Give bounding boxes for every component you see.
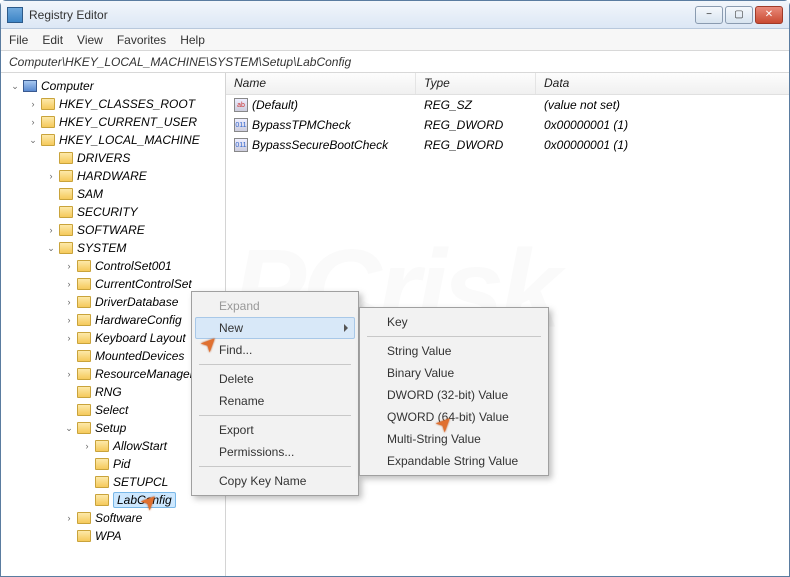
tree-key[interactable]: SAM xyxy=(1,185,225,203)
folder-icon xyxy=(59,224,73,236)
folder-icon xyxy=(59,152,73,164)
expander-closed-icon[interactable]: › xyxy=(45,170,57,182)
folder-icon xyxy=(59,170,73,182)
menu-help[interactable]: Help xyxy=(180,33,205,47)
value-row[interactable]: 011BypassTPMCheck REG_DWORD 0x00000001 (… xyxy=(226,115,789,135)
tree-key[interactable]: ›Software xyxy=(1,509,225,527)
column-data[interactable]: Data xyxy=(536,73,789,94)
expander-closed-icon[interactable]: › xyxy=(27,98,39,110)
expander-open-icon[interactable]: ⌄ xyxy=(63,422,75,434)
folder-icon xyxy=(41,98,55,110)
folder-icon xyxy=(95,458,109,470)
ctx-delete[interactable]: Delete xyxy=(195,368,355,390)
computer-icon xyxy=(23,80,37,92)
minimize-button[interactable]: − xyxy=(695,6,723,24)
folder-icon xyxy=(95,476,109,488)
tree-key[interactable]: SECURITY xyxy=(1,203,225,221)
folder-icon xyxy=(77,350,91,362)
menu-edit[interactable]: Edit xyxy=(42,33,63,47)
menu-favorites[interactable]: Favorites xyxy=(117,33,166,47)
menubar: File Edit View Favorites Help xyxy=(1,29,789,51)
folder-icon xyxy=(77,404,91,416)
folder-icon xyxy=(77,512,91,524)
tree-hive[interactable]: ›HKEY_CURRENT_USER xyxy=(1,113,225,131)
tree-key[interactable]: ⌄SYSTEM xyxy=(1,239,225,257)
value-row[interactable]: ab(Default) REG_SZ (value not set) xyxy=(226,95,789,115)
dword-value-icon: 011 xyxy=(234,138,248,152)
context-submenu-new: Key String Value Binary Value DWORD (32-… xyxy=(359,307,549,476)
tree-key[interactable]: ›ControlSet001 xyxy=(1,257,225,275)
expander-open-icon[interactable]: ⌄ xyxy=(45,242,57,254)
submenu-arrow-icon xyxy=(344,324,348,332)
window-title: Registry Editor xyxy=(29,8,108,22)
folder-icon xyxy=(77,368,91,380)
expander-closed-icon[interactable]: › xyxy=(63,278,75,290)
menu-file[interactable]: File xyxy=(9,33,28,47)
expander-closed-icon[interactable]: › xyxy=(81,440,93,452)
address-bar[interactable]: Computer\HKEY_LOCAL_MACHINE\SYSTEM\Setup… xyxy=(1,51,789,73)
expander-closed-icon[interactable]: › xyxy=(63,260,75,272)
expander-closed-icon[interactable]: › xyxy=(63,368,75,380)
tree-key[interactable]: WPA xyxy=(1,527,225,545)
folder-icon xyxy=(59,188,73,200)
expander-closed-icon[interactable]: › xyxy=(63,512,75,524)
ctx-new-binary[interactable]: Binary Value xyxy=(363,362,545,384)
tree-key[interactable]: ›HARDWARE xyxy=(1,167,225,185)
column-type[interactable]: Type xyxy=(416,73,536,94)
expander-closed-icon[interactable]: › xyxy=(45,224,57,236)
ctx-permissions[interactable]: Permissions... xyxy=(195,441,355,463)
folder-icon xyxy=(77,422,91,434)
expander-open-icon[interactable]: ⌄ xyxy=(27,134,39,146)
menu-separator xyxy=(199,466,351,467)
ctx-new[interactable]: New xyxy=(195,317,355,339)
tree-hive[interactable]: ⌄HKEY_LOCAL_MACHINE xyxy=(1,131,225,149)
expander-closed-icon[interactable]: › xyxy=(63,332,75,344)
menu-separator xyxy=(367,336,541,337)
context-menu: Expand New Find... Delete Rename Export … xyxy=(191,291,359,496)
folder-icon xyxy=(77,314,91,326)
ctx-new-dword[interactable]: DWORD (32-bit) Value xyxy=(363,384,545,406)
folder-icon xyxy=(59,206,73,218)
folder-icon xyxy=(77,278,91,290)
menu-separator xyxy=(199,364,351,365)
app-icon xyxy=(7,7,23,23)
columns-header[interactable]: Name Type Data xyxy=(226,73,789,95)
value-row[interactable]: 011BypassSecureBootCheck REG_DWORD 0x000… xyxy=(226,135,789,155)
tree-key[interactable]: DRIVERS xyxy=(1,149,225,167)
menu-view[interactable]: View xyxy=(77,33,103,47)
ctx-new-string[interactable]: String Value xyxy=(363,340,545,362)
expander-open-icon[interactable]: ⌄ xyxy=(9,80,21,92)
maximize-button[interactable]: ▢ xyxy=(725,6,753,24)
tree-hive[interactable]: ›HKEY_CLASSES_ROOT xyxy=(1,95,225,113)
expander-closed-icon[interactable]: › xyxy=(63,296,75,308)
tree-key[interactable]: ›SOFTWARE xyxy=(1,221,225,239)
ctx-copy-key-name[interactable]: Copy Key Name xyxy=(195,470,355,492)
expander-closed-icon[interactable]: › xyxy=(63,314,75,326)
dword-value-icon: 011 xyxy=(234,118,248,132)
ctx-expand: Expand xyxy=(195,295,355,317)
folder-icon xyxy=(77,386,91,398)
folder-icon xyxy=(41,116,55,128)
ctx-new-expandstring[interactable]: Expandable String Value xyxy=(363,450,545,472)
tree-computer[interactable]: ⌄ Computer xyxy=(1,77,225,95)
close-button[interactable]: ✕ xyxy=(755,6,783,24)
folder-icon xyxy=(77,332,91,344)
column-name[interactable]: Name xyxy=(226,73,416,94)
menu-separator xyxy=(199,415,351,416)
folder-icon xyxy=(95,494,109,506)
folder-icon xyxy=(95,440,109,452)
folder-icon xyxy=(77,296,91,308)
folder-icon xyxy=(77,530,91,542)
titlebar: Registry Editor − ▢ ✕ xyxy=(1,1,789,29)
folder-icon xyxy=(59,242,73,254)
folder-icon xyxy=(77,260,91,272)
string-value-icon: ab xyxy=(234,98,248,112)
ctx-export[interactable]: Export xyxy=(195,419,355,441)
ctx-new-key[interactable]: Key xyxy=(363,311,545,333)
expander-closed-icon[interactable]: › xyxy=(27,116,39,128)
ctx-rename[interactable]: Rename xyxy=(195,390,355,412)
folder-icon xyxy=(41,134,55,146)
